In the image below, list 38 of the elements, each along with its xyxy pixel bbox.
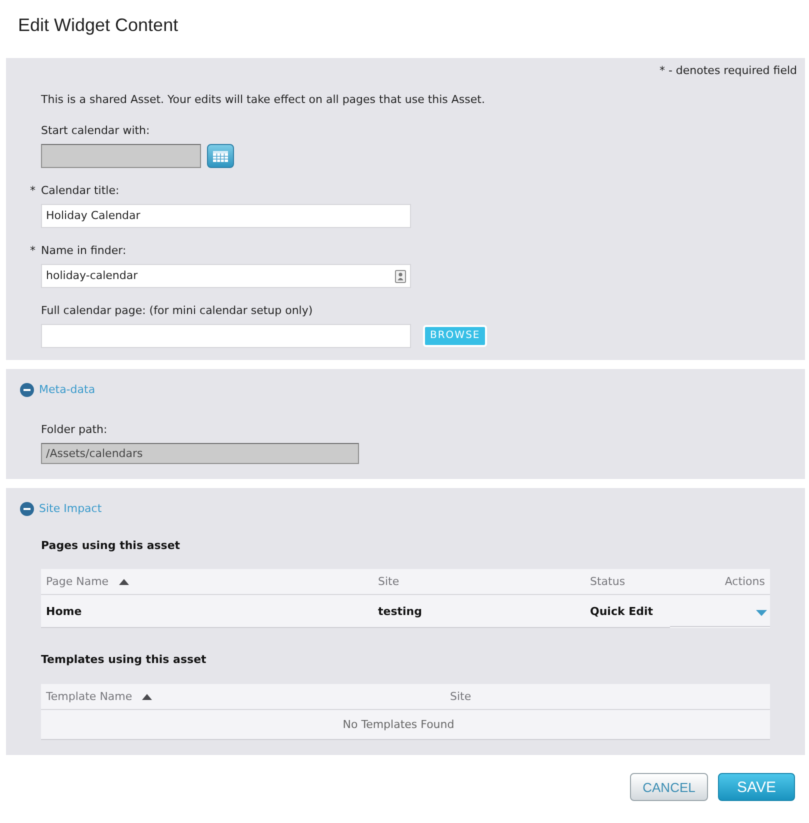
column-header[interactable]: Actions	[670, 569, 770, 595]
up-triangle-icon[interactable]	[142, 694, 152, 700]
down-caret-icon[interactable]	[756, 610, 767, 616]
calendar-button[interactable]	[207, 144, 234, 168]
required-mark: *	[30, 243, 36, 259]
minus-circle-icon[interactable]	[20, 502, 34, 516]
required-note: * - denotes required field	[659, 63, 797, 79]
field-label: Full calendar page: (for mini calendar setup only)	[41, 303, 313, 319]
column-header[interactable]: Site	[445, 684, 770, 710]
text-field[interactable]	[41, 324, 411, 348]
empty-message: No Templates Found	[342, 718, 454, 731]
text-field[interactable]: Holiday Calendar	[41, 204, 411, 228]
column-header[interactable]: Site	[373, 569, 585, 595]
dialog-title: Edit Widget Content	[18, 14, 178, 36]
notice-text: This is a shared Asset. Your edits will take effect on all pages that use this Asset.	[41, 92, 485, 108]
column-header[interactable]: Template Name	[41, 684, 445, 710]
secondary-button[interactable]: CANCEL	[630, 773, 708, 801]
field-label: Start calendar with:	[41, 123, 150, 139]
column-header[interactable]: Page Name	[41, 569, 373, 595]
minus-circle-icon[interactable]	[20, 383, 34, 397]
section-toggle[interactable]: Meta-data	[20, 382, 96, 398]
field-label: Name in finder:	[41, 243, 126, 259]
field-label: Calendar title:	[41, 183, 120, 199]
section-toggle[interactable]: Site Impact	[20, 501, 102, 517]
column-header[interactable]: Status	[585, 569, 670, 595]
table-cell: Home	[41, 595, 373, 628]
required-mark: *	[30, 183, 36, 199]
table-cell: Quick Edit	[585, 595, 670, 628]
text-field[interactable]: holiday-calendar	[41, 264, 411, 288]
calendar-grid-icon	[213, 150, 228, 162]
table-heading: Pages using this asset	[41, 538, 180, 554]
up-triangle-icon[interactable]	[118, 578, 129, 584]
primary-button[interactable]: SAVE	[718, 773, 795, 801]
table-heading: Templates using this asset	[41, 652, 206, 668]
field-label: Folder path:	[41, 422, 108, 438]
browse-button[interactable]: BROWSE	[423, 325, 488, 347]
table-cell: testing	[373, 595, 585, 628]
person-card-icon[interactable]	[395, 270, 406, 282]
